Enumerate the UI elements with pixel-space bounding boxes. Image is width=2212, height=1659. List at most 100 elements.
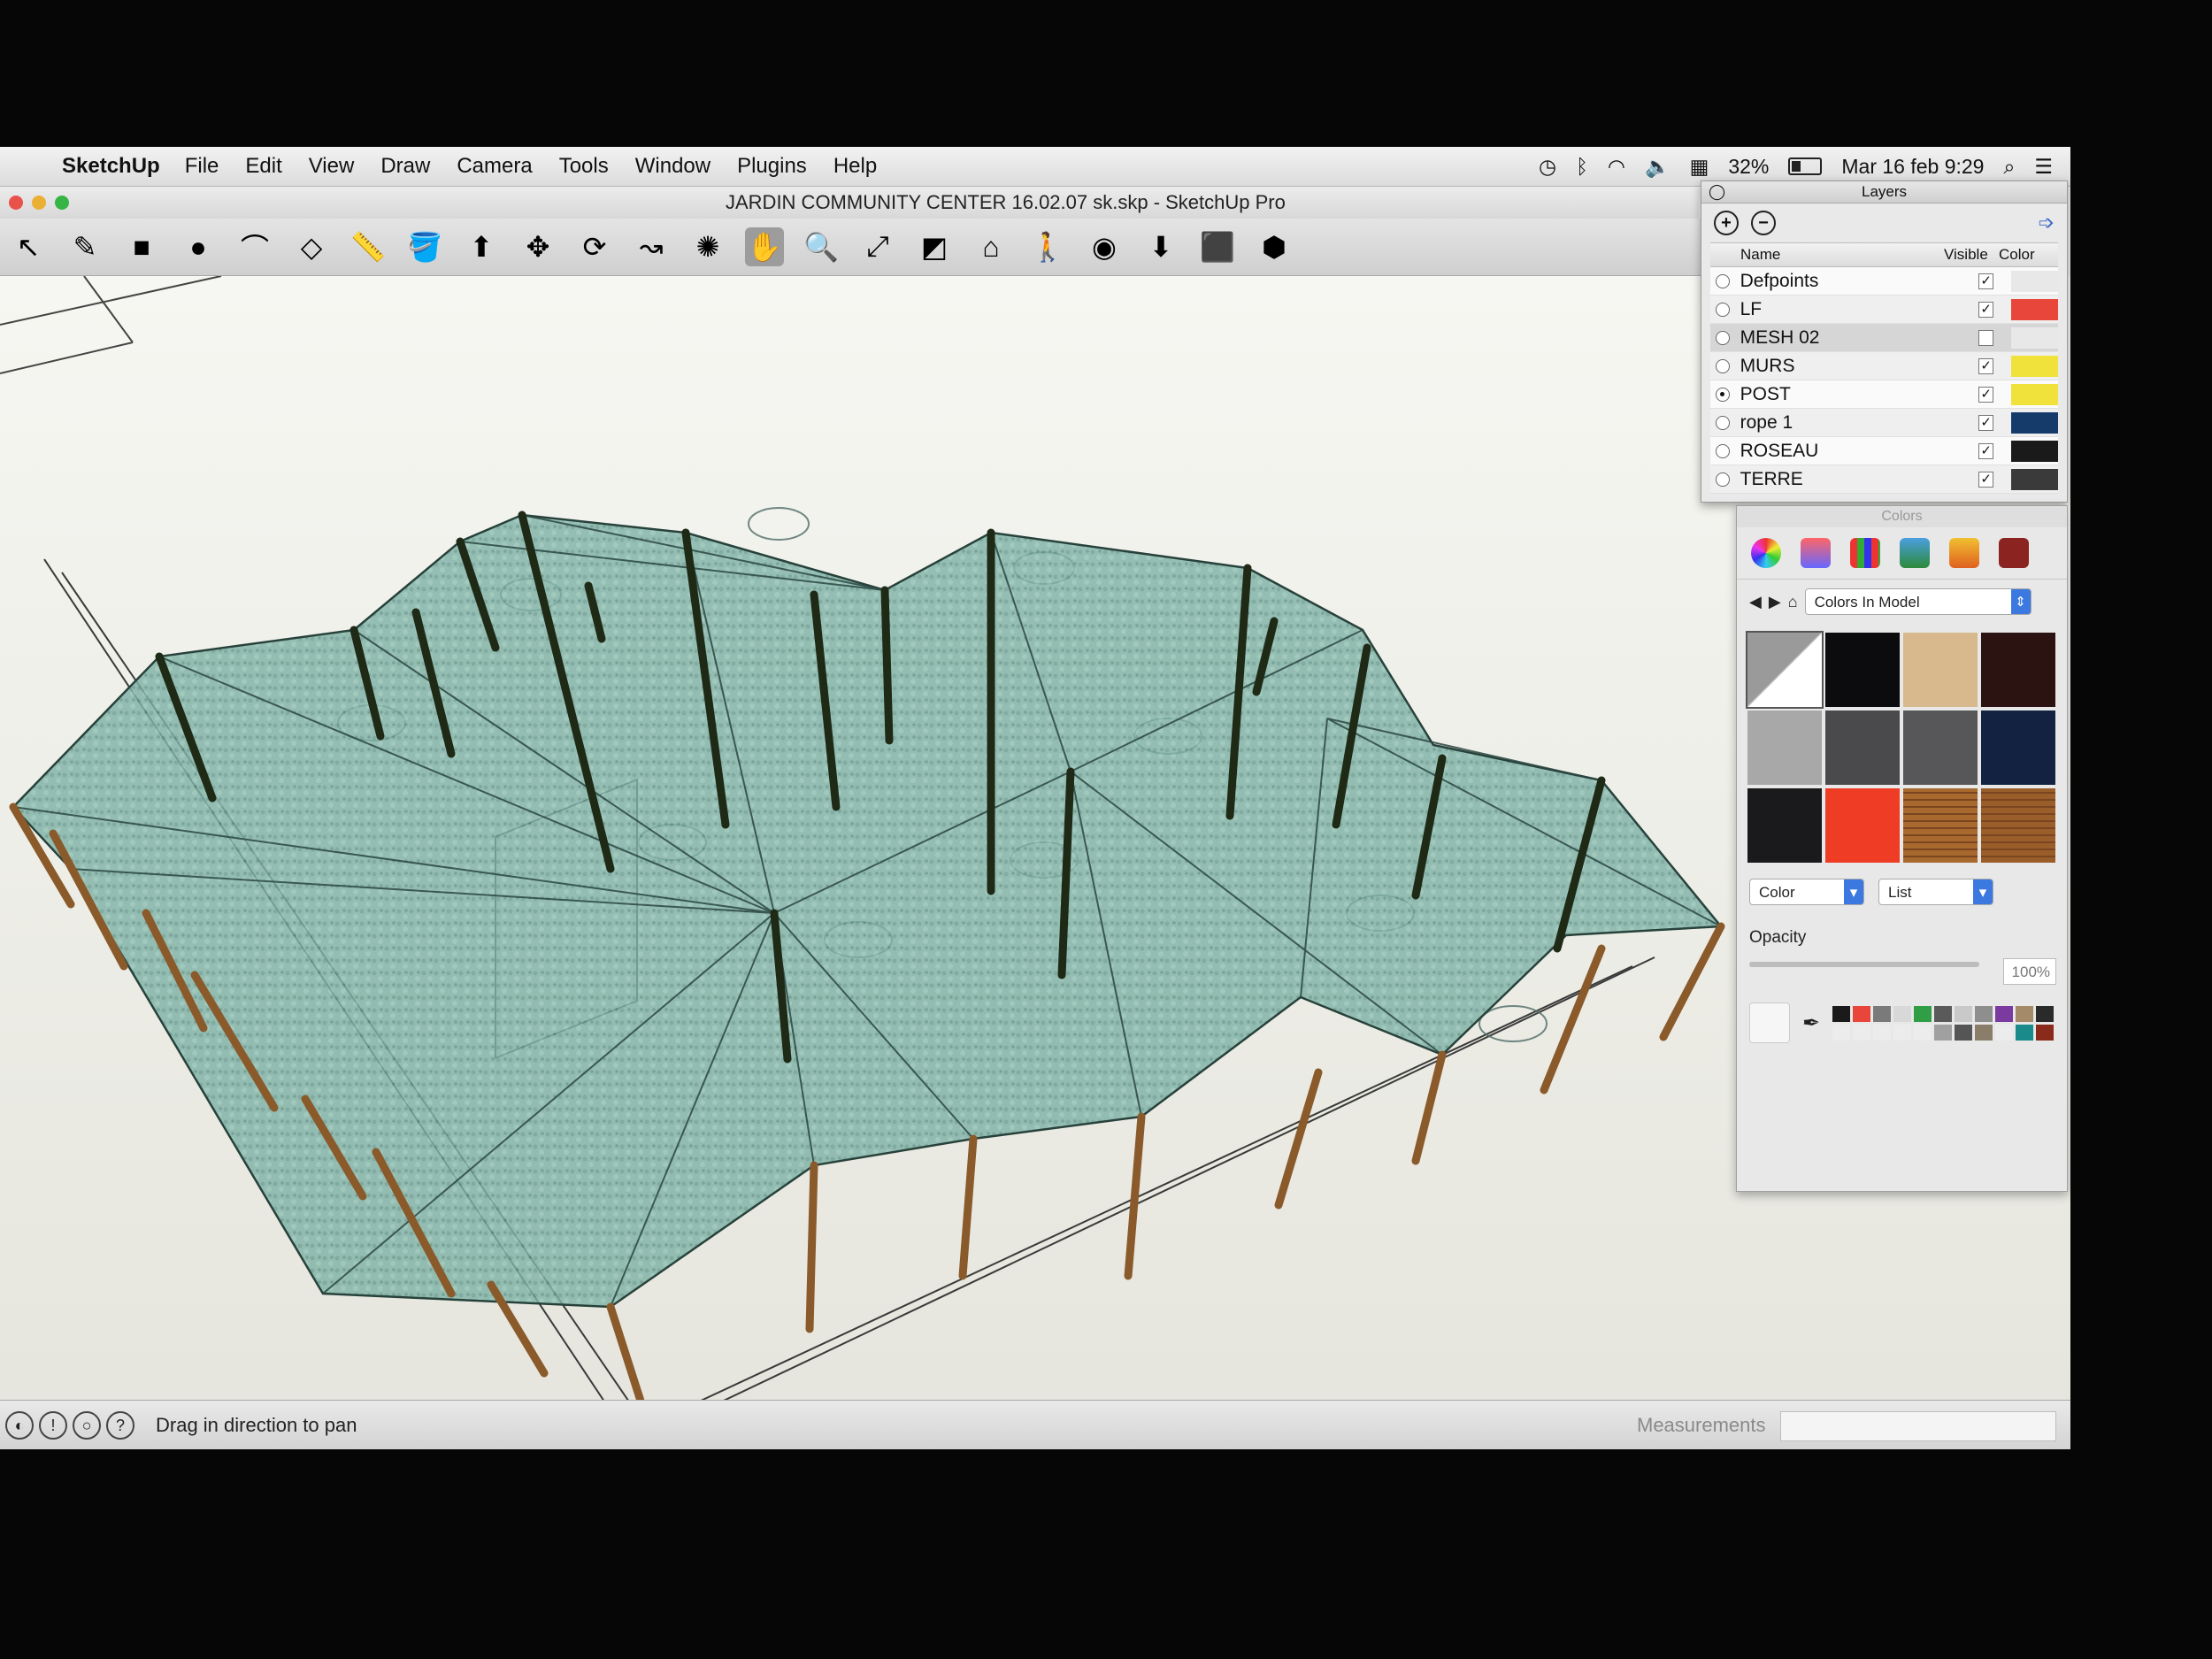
palette-color-chip[interactable] [2016, 1024, 2034, 1041]
layer-name[interactable]: ROSEAU [1740, 441, 1957, 462]
material-swatch[interactable] [1747, 788, 1822, 863]
crayons-icon[interactable] [1949, 538, 1979, 568]
palette-color-chip[interactable] [1975, 1005, 1993, 1022]
opacity-value-field[interactable]: 100% [2003, 958, 2057, 986]
current-layer-radio[interactable] [1716, 387, 1730, 402]
menu-file[interactable]: File [185, 154, 219, 179]
material-swatch[interactable] [1903, 788, 1978, 863]
components-tool-icon[interactable]: ⬛ [1198, 227, 1237, 266]
layer-visible-checkbox[interactable]: ✓ [1978, 414, 1994, 431]
current-color-well[interactable] [1749, 1002, 1790, 1044]
home-icon[interactable]: ⌂ [1788, 593, 1798, 611]
palette-color-chip[interactable] [1934, 1005, 1953, 1022]
palette-color-chip[interactable] [1853, 1005, 1871, 1022]
menu-draw[interactable]: Draw [380, 154, 430, 179]
app-menu[interactable]: SketchUp [62, 154, 160, 179]
tape-measure-tool-icon[interactable]: 📏 [349, 227, 388, 266]
layer-visible-checkbox[interactable]: ✓ [1978, 357, 1994, 374]
menu-view[interactable]: View [309, 154, 355, 179]
menu-plugins[interactable]: Plugins [737, 154, 807, 179]
zoom-window-button[interactable] [55, 196, 69, 210]
palette-color-chip[interactable] [1893, 1024, 1912, 1041]
color-mode-select[interactable]: Color [1749, 879, 1864, 905]
layer-name[interactable]: MURS [1740, 356, 1957, 377]
menu-window[interactable]: Window [635, 154, 710, 179]
menu-tools[interactable]: Tools [559, 154, 609, 179]
layer-visible-checkbox[interactable]: ✓ [1978, 471, 1994, 488]
material-swatch[interactable] [1903, 633, 1978, 707]
palette-color-chip[interactable] [1914, 1005, 1932, 1022]
eyedropper-icon[interactable]: ✒ [1802, 1010, 1820, 1036]
color-sliders-icon[interactable] [1801, 538, 1831, 568]
back-arrow-icon[interactable]: ◀ [1749, 593, 1762, 611]
layer-visible-checkbox[interactable] [1978, 329, 1994, 346]
layer-name[interactable]: Defpoints [1740, 271, 1957, 292]
image-palettes-icon[interactable] [1900, 538, 1930, 568]
geo-location-icon[interactable]: ◐ [5, 1411, 34, 1440]
menubar-clock[interactable]: Mar 16 feb 9:29 [1841, 155, 1984, 179]
panel-close-icon[interactable]: ◯ [1709, 181, 1725, 203]
layers-panel-titlebar[interactable]: ◯ Layers [1701, 181, 2067, 204]
collection-select[interactable]: Colors In Model [1804, 588, 2032, 615]
layer-color-swatch[interactable] [2011, 298, 2058, 320]
time-machine-icon[interactable]: ◷ [1539, 155, 1556, 179]
current-layer-radio[interactable] [1716, 472, 1730, 487]
palette-color-chip[interactable] [1995, 1005, 2014, 1022]
eraser-tool-icon[interactable]: ◇ [292, 227, 331, 266]
palette-color-chip[interactable] [1893, 1005, 1912, 1022]
material-swatch[interactable] [1825, 710, 1900, 785]
arc-tool-icon[interactable]: ⌒ [235, 227, 274, 266]
battery-icon[interactable] [1788, 157, 1823, 175]
follow-me-tool-icon[interactable]: ↝ [632, 227, 671, 266]
palette-color-chip[interactable] [1832, 1024, 1851, 1041]
zoom-extents-tool-icon[interactable]: ⤢ [858, 227, 897, 266]
layer-color-swatch[interactable] [2011, 468, 2058, 490]
forward-arrow-icon[interactable]: ▶ [1769, 593, 1781, 611]
palette-color-chip[interactable] [1873, 1005, 1892, 1022]
rotate-tool-icon[interactable]: ⟳ [575, 227, 614, 266]
palette-color-chip[interactable] [1873, 1024, 1892, 1041]
move-tool-icon[interactable]: ✥ [518, 227, 557, 266]
material-swatch[interactable] [1825, 788, 1900, 863]
section-plane-tool-icon[interactable]: ◩ [915, 227, 954, 266]
layer-name[interactable]: TERRE [1740, 469, 1957, 490]
delete-layer-icon[interactable]: − [1751, 211, 1776, 235]
current-layer-radio[interactable] [1716, 415, 1730, 430]
layer-row[interactable]: MESH 02 [1710, 324, 2058, 352]
layer-name[interactable]: LF [1740, 299, 1957, 320]
help-icon[interactable]: ? [106, 1411, 134, 1440]
layer-row[interactable]: Defpoints ✓ [1710, 267, 2058, 296]
layer-row[interactable]: TERRE ✓ [1710, 465, 2058, 494]
material-swatch[interactable] [1747, 710, 1822, 785]
color-palettes-icon[interactable] [1850, 538, 1880, 568]
palette-color-chip[interactable] [1955, 1024, 1973, 1041]
column-visible-header[interactable]: Visible [1944, 246, 1999, 264]
layers-details-icon[interactable]: ➩ [2039, 211, 2055, 234]
list-view-select[interactable]: List [1878, 879, 1993, 905]
palette-color-chip[interactable] [2016, 1005, 2034, 1022]
material-swatch[interactable] [1981, 633, 2055, 707]
spotlight-search-icon[interactable]: ⌕ [2003, 155, 2015, 179]
layer-color-swatch[interactable] [2011, 355, 2058, 377]
menu-help[interactable]: Help [833, 154, 877, 179]
keyboard-flag-icon[interactable]: ▦ [1690, 155, 1709, 179]
volume-icon[interactable]: 🔈 [1645, 155, 1671, 179]
bluetooth-icon[interactable]: ᛒ [1576, 155, 1588, 179]
palette-color-chip[interactable] [1832, 1005, 1851, 1022]
circle-tool-icon[interactable]: ● [179, 227, 218, 266]
layer-name[interactable]: POST [1740, 384, 1957, 405]
pan-tool-icon[interactable]: ✋ [745, 227, 784, 266]
current-layer-radio[interactable] [1716, 443, 1730, 458]
material-swatch[interactable] [1903, 710, 1978, 785]
notification-list-icon[interactable]: ☰ [2034, 155, 2053, 179]
layer-visible-checkbox[interactable]: ✓ [1978, 273, 1994, 289]
battery-percent[interactable]: 32% [1728, 155, 1769, 179]
orbit-tool-icon[interactable]: ✺ [688, 227, 727, 266]
material-swatch[interactable] [1981, 788, 2055, 863]
user-account-icon[interactable]: ○ [73, 1411, 101, 1440]
layer-color-swatch[interactable] [2011, 326, 2058, 349]
colors-panel-titlebar[interactable]: Colors [1737, 506, 2067, 527]
layer-row[interactable]: LF ✓ [1710, 296, 2058, 324]
layer-row[interactable]: POST ✓ [1710, 380, 2058, 409]
layer-color-swatch[interactable] [2011, 411, 2058, 434]
